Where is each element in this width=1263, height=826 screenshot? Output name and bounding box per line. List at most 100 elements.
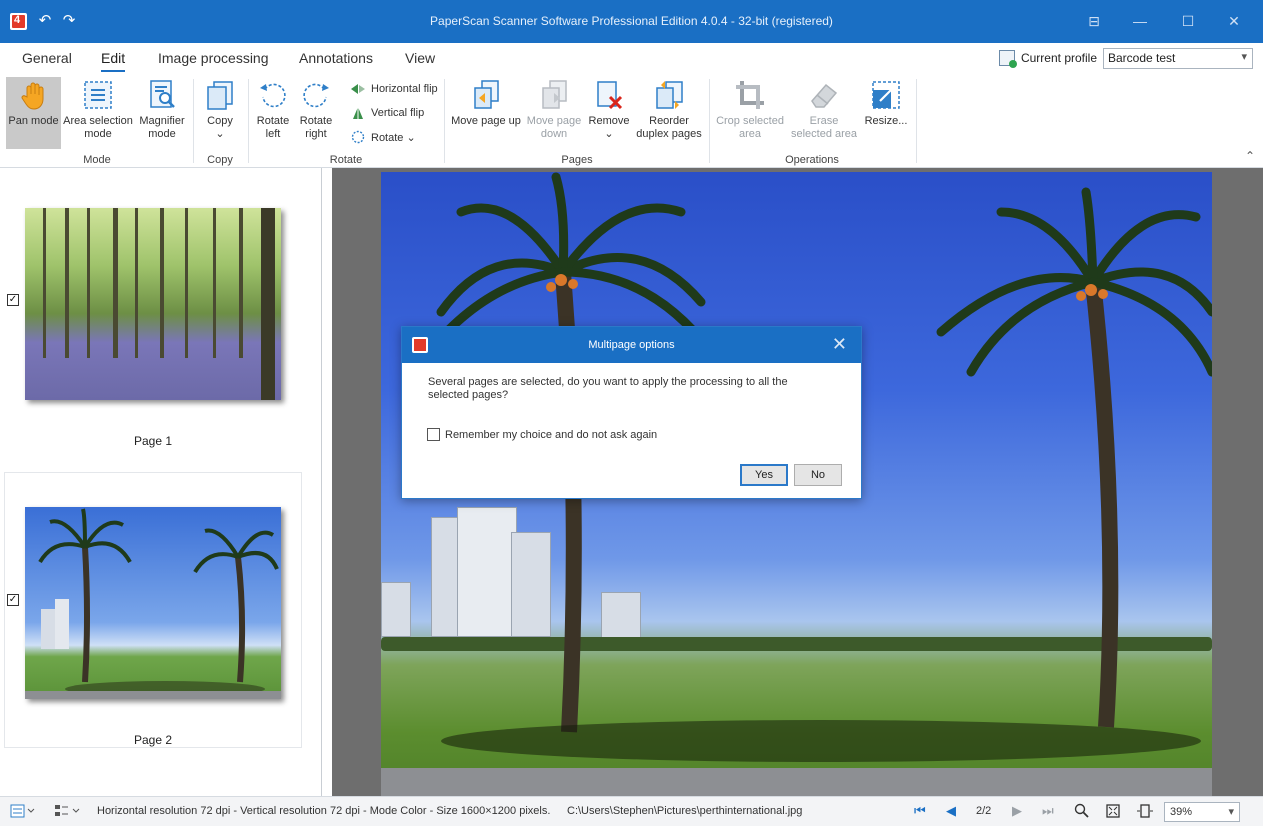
no-button[interactable]: No <box>794 464 842 486</box>
yes-button[interactable]: Yes <box>740 464 788 486</box>
road <box>381 768 1212 796</box>
area-selection-mode-button[interactable]: Area selection mode <box>63 77 133 147</box>
thumbnail-layout-icon[interactable] <box>54 803 80 819</box>
vertical-flip-icon <box>353 107 363 119</box>
rotate-left-button[interactable]: Rotate left <box>253 77 293 147</box>
page-2-checkbox[interactable]: ✓ <box>7 594 19 606</box>
thumbnail-page-2[interactable] <box>4 472 302 748</box>
rotate-right-button[interactable]: Rotate right <box>296 77 336 147</box>
resize-icon <box>870 79 902 111</box>
profile-label: Current profile <box>1020 51 1097 65</box>
list-view-icon[interactable] <box>10 803 35 819</box>
area-selection-icon <box>82 79 114 111</box>
status-bar: Horizontal resolution 72 dpi - Vertical … <box>0 796 1263 826</box>
file-path: C:\Users\Stephen\Pictures\perthinternati… <box>567 805 803 817</box>
move-page-up-label: Move page up <box>451 115 521 127</box>
dialog-title: Multipage options <box>588 339 675 351</box>
horizontal-flip-icon <box>351 84 365 94</box>
resize-button[interactable]: Resize... <box>862 77 910 147</box>
rotate-icon <box>351 130 365 144</box>
horizontal-flip-label: Horizontal flip <box>371 83 438 95</box>
remove-label: Remove <box>588 115 630 127</box>
rotate-left-label-2: left <box>265 128 281 140</box>
fit-page-icon[interactable] <box>1105 803 1123 819</box>
area-selection-label-1: Area selection <box>63 115 133 127</box>
close-button[interactable]: ✕ <box>1214 8 1254 34</box>
magnifier-label-1: Magnifier <box>139 115 185 127</box>
remove-dropdown-icon[interactable]: ⌄ <box>587 128 631 141</box>
remember-choice-checkbox[interactable]: Remember my choice and do not ask again <box>427 428 657 441</box>
crop-icon <box>734 79 766 111</box>
reorder-pages-icon <box>653 79 685 111</box>
tab-edit[interactable]: Edit <box>101 50 126 72</box>
thumbnail-page-1[interactable] <box>4 171 302 447</box>
thumbnail-image-forest <box>25 208 281 400</box>
thumbnail-panel[interactable]: ✓ Page 1 ✓ Page 2 <box>0 168 322 796</box>
rotate-right-label-2: right <box>305 128 327 140</box>
magnifier-mode-button[interactable]: Magnifier mode <box>136 77 188 147</box>
previous-page-icon[interactable]: ◀ <box>946 803 956 819</box>
rotate-right-label-1: Rotate <box>299 115 333 127</box>
page-indicator: 2/2 <box>976 805 992 817</box>
dialog-message: Several pages are selected, do you want … <box>428 376 788 401</box>
move-page-down-icon <box>538 79 570 111</box>
copy-dropdown-icon[interactable]: ⌄ <box>198 128 242 141</box>
maximize-button[interactable]: ☐ <box>1168 8 1208 34</box>
tab-general[interactable]: General <box>22 50 72 66</box>
horizontal-flip-button[interactable]: Horizontal flip <box>350 79 438 99</box>
crop-label-1: Crop selected <box>716 115 784 127</box>
last-page-icon[interactable]: ⏭ <box>1042 803 1054 819</box>
copy-button[interactable]: Copy ⌄ <box>198 77 242 147</box>
pan-mode-button[interactable]: Pan mode <box>6 77 61 149</box>
ribbon-separator <box>444 79 445 163</box>
move-page-down-button[interactable]: Move page down <box>524 77 584 147</box>
resize-label: Resize... <box>864 115 908 127</box>
tab-image-processing[interactable]: Image processing <box>158 50 269 66</box>
page-1-checkbox[interactable]: ✓ <box>7 294 19 306</box>
zoom-dropdown[interactable]: 39% <box>1164 802 1240 822</box>
rotate-label: Rotate ⌄ <box>371 131 416 144</box>
restore-layout-icon[interactable]: ⊟ <box>1074 8 1114 34</box>
rotate-dropdown-button[interactable]: Rotate ⌄ <box>350 127 416 147</box>
remove-page-icon <box>593 79 625 111</box>
tab-annotations[interactable]: Annotations <box>299 50 373 66</box>
ribbon-separator <box>248 79 249 163</box>
image-info: Horizontal resolution 72 dpi - Vertical … <box>97 805 551 817</box>
group-label-mode: Mode <box>83 154 111 166</box>
next-page-icon[interactable]: ▶ <box>1012 803 1022 819</box>
ribbon-separator <box>916 79 917 163</box>
remove-page-button[interactable]: Remove ⌄ <box>587 77 631 147</box>
reorder-duplex-pages-button[interactable]: Reorder duplex pages <box>634 77 704 147</box>
ribbon-separator <box>709 79 710 163</box>
dialog-close-icon[interactable]: ✕ <box>832 334 847 355</box>
move-page-up-button[interactable]: Move page up <box>450 77 522 147</box>
minimize-button[interactable]: — <box>1120 8 1160 34</box>
reorder-label-1: Reorder <box>649 115 689 127</box>
title-bar: 4 ↶ ↷ PaperScan Scanner Software Profess… <box>0 0 1263 43</box>
rotate-left-label-1: Rotate <box>256 115 290 127</box>
checkbox-box[interactable] <box>427 428 440 441</box>
thumbnail-image-palms <box>25 507 281 699</box>
fit-width-icon[interactable] <box>1136 803 1154 819</box>
ribbon-tabs: General Edit Image processing Annotation… <box>0 43 1263 73</box>
magnifier-icon <box>146 79 178 111</box>
ribbon-separator <box>193 79 194 163</box>
zoom-actual-size-icon[interactable] <box>1074 803 1092 819</box>
hand-icon <box>18 79 50 111</box>
crop-label-2: area <box>738 128 762 140</box>
collapse-ribbon-icon[interactable]: ⌃ <box>1245 149 1255 163</box>
move-page-down-label-2: down <box>540 128 568 140</box>
vertical-flip-button[interactable]: Vertical flip <box>350 103 424 123</box>
move-page-down-label-1: Move page <box>526 115 582 127</box>
first-page-icon[interactable]: ⏮ <box>914 803 926 819</box>
rotate-left-icon <box>257 79 289 111</box>
profile-icon <box>998 50 1017 68</box>
tab-view[interactable]: View <box>405 50 435 66</box>
erase-label-1: Erase <box>809 115 839 127</box>
crop-selected-area-button[interactable]: Crop selected area <box>714 77 786 147</box>
magnifier-label-2: mode <box>148 128 176 140</box>
profile-dropdown[interactable]: Barcode test <box>1103 47 1253 69</box>
page-1-label: Page 1 <box>133 434 173 448</box>
erase-selected-area-button[interactable]: Erase selected area <box>788 77 860 147</box>
tree-shadow <box>441 720 1201 762</box>
